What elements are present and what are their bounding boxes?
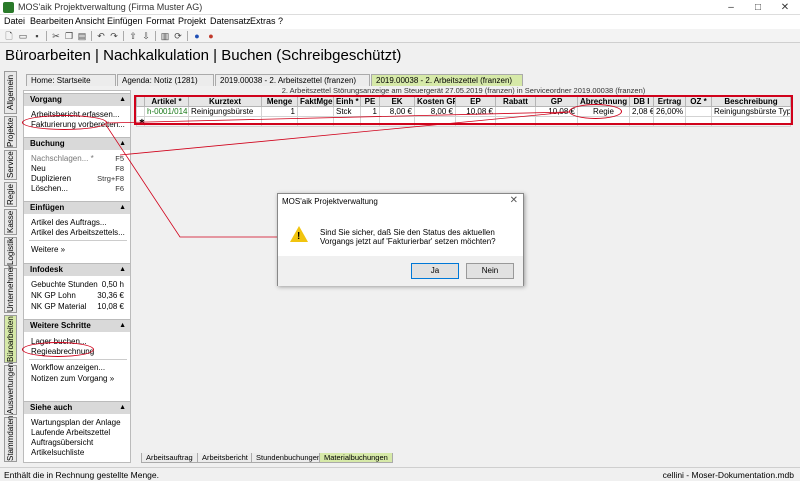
annotation-line: [119, 111, 570, 156]
status-text: Enthält die in Rechnung gestellte Menge.: [4, 470, 159, 480]
status-database: cellini - Moser-Dokumentation.mdb: [662, 470, 794, 480]
tab-arbeitsauftrag[interactable]: Arbeitsauftrag: [141, 453, 198, 463]
no-button[interactable]: Nein: [466, 263, 514, 279]
close-icon[interactable]: ✕: [510, 195, 518, 206]
tab-materialbuchungen[interactable]: Materialbuchungen: [319, 453, 393, 463]
dialog-button-row: Ja Nein: [278, 256, 523, 286]
tab-stundenbuchungen[interactable]: Stundenbuchungen: [251, 453, 327, 463]
confirm-dialog: MOS'aik Projektverwaltung ✕ ! Sind Sie s…: [277, 193, 524, 286]
yes-button[interactable]: Ja: [411, 263, 459, 279]
warning-exclamation-icon: !: [297, 231, 301, 242]
bottom-tabs: Arbeitsauftrag Arbeitsbericht Stundenbuc…: [135, 453, 775, 464]
dialog-title: MOS'aik Projektverwaltung: [282, 197, 378, 206]
annotation-line: [105, 111, 570, 124]
annotation-line: [105, 124, 277, 238]
dialog-message: Sind Sie sicher, daß Sie den Status des …: [320, 228, 496, 246]
status-bar: Enthält die in Rechnung gestellte Menge.…: [0, 467, 800, 481]
tab-arbeitsbericht[interactable]: Arbeitsbericht: [197, 453, 253, 463]
